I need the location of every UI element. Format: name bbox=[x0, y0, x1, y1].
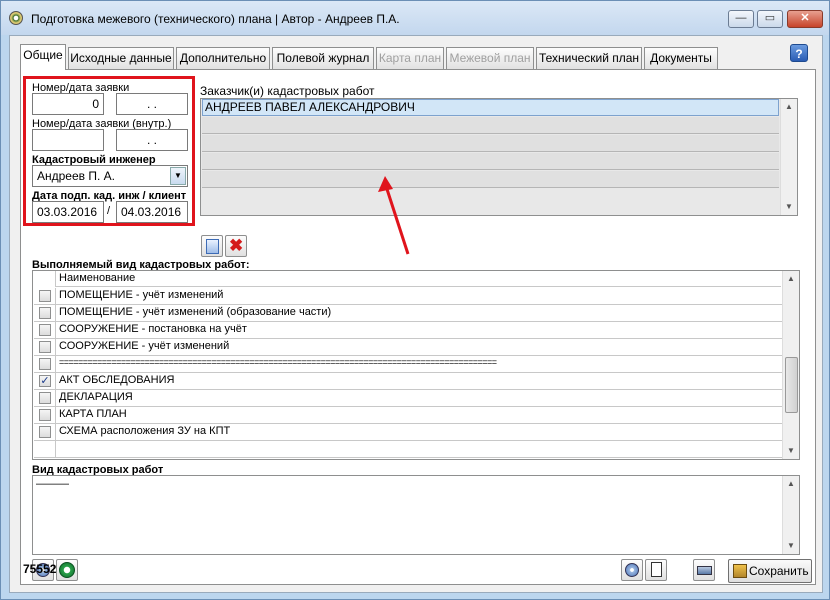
work-checkbox[interactable] bbox=[39, 358, 51, 370]
tab-boundary-plan: Межевой план bbox=[446, 47, 534, 69]
tab-page-general: Номер/дата заявки 0 . . Номер/дата заявк… bbox=[20, 69, 816, 585]
work-type-textarea[interactable]: ——— ▲ ▼ bbox=[32, 475, 800, 555]
engineer-sign-date-input[interactable]: 03.03.2016 bbox=[32, 201, 104, 223]
work-name: КАРТА ПЛАН bbox=[59, 408, 127, 420]
window-title: Подготовка межевого (технического) плана… bbox=[31, 12, 400, 26]
help-button[interactable]: ? bbox=[790, 44, 808, 62]
scroll-up-icon[interactable]: ▲ bbox=[783, 476, 799, 492]
scrollbar-thumb[interactable] bbox=[785, 357, 798, 413]
empty-cell bbox=[34, 441, 56, 457]
works-scrollbar[interactable]: ▲ ▼ bbox=[782, 271, 799, 459]
work-name: ДЕКЛАРАЦИЯ bbox=[59, 391, 133, 403]
work-name: ПОМЕЩЕНИЕ - учёт изменений (образование … bbox=[59, 306, 332, 318]
red-x-icon: ✖ bbox=[229, 236, 244, 255]
tab-field-journal[interactable]: Полевой журнал bbox=[272, 47, 374, 69]
scroll-up-icon[interactable]: ▲ bbox=[781, 99, 797, 115]
document-list-icon bbox=[206, 239, 219, 254]
refresh-icon bbox=[59, 562, 75, 578]
close-button[interactable]: ✕ bbox=[787, 10, 823, 28]
work-checkbox[interactable] bbox=[39, 392, 51, 404]
column-header-name[interactable]: Наименование bbox=[55, 271, 781, 287]
customer-row[interactable] bbox=[202, 135, 779, 152]
app-logo-icon bbox=[9, 11, 23, 25]
scroll-down-icon[interactable]: ▼ bbox=[783, 538, 799, 554]
works-grid[interactable]: Наименование ПОМЕЩЕНИЕ - учёт изменений … bbox=[32, 270, 800, 460]
work-name: СООРУЖЕНИЕ - постановка на учёт bbox=[59, 323, 247, 335]
work-row[interactable] bbox=[34, 441, 782, 458]
work-checkbox[interactable] bbox=[39, 341, 51, 353]
work-checkbox-checked[interactable]: ✓ bbox=[39, 375, 51, 387]
customers-grid[interactable]: АНДРЕЕВ ПАВЕЛ АЛЕКСАНДРОВИЧ ▲ ▼ bbox=[200, 98, 798, 216]
engineer-select[interactable]: Андреев П. А. ▼ bbox=[32, 165, 188, 187]
date-separator: / bbox=[107, 205, 111, 217]
internal-date-input[interactable]: . . bbox=[116, 129, 188, 151]
customer-row[interactable] bbox=[202, 153, 779, 170]
work-name: АКТ ОБСЛЕДОВАНИЯ bbox=[59, 374, 175, 386]
edit-customer-button[interactable] bbox=[201, 235, 223, 257]
tab-technical-plan[interactable]: Технический план bbox=[536, 47, 642, 69]
printer-icon bbox=[697, 566, 712, 575]
save-icon bbox=[733, 564, 747, 578]
engineer-select-value: Андреев П. А. bbox=[37, 169, 115, 183]
save-button[interactable]: Сохранить bbox=[728, 559, 812, 583]
customers-label: Заказчик(и) кадастровых работ bbox=[200, 84, 375, 98]
work-name: СХЕМА расположения ЗУ на КПТ bbox=[59, 425, 231, 437]
minimize-button[interactable]: — bbox=[728, 10, 754, 28]
scroll-down-icon[interactable]: ▼ bbox=[783, 443, 799, 459]
internal-number-input[interactable] bbox=[32, 129, 104, 151]
work-checkbox[interactable] bbox=[39, 324, 51, 336]
work-checkbox[interactable] bbox=[39, 409, 51, 421]
tab-documents[interactable]: Документы bbox=[644, 47, 718, 69]
document-button[interactable] bbox=[645, 559, 667, 581]
customer-row[interactable] bbox=[202, 117, 779, 134]
customer-row[interactable]: АНДРЕЕВ ПАВЕЛ АЛЕКСАНДРОВИЧ bbox=[202, 99, 779, 116]
save-label: Сохранить bbox=[749, 564, 809, 578]
work-name: СООРУЖЕНИЕ - учёт изменений bbox=[59, 340, 230, 352]
maximize-button[interactable]: ▭ bbox=[757, 10, 783, 28]
work-row[interactable]: ДЕКЛАРАЦИЯ bbox=[34, 390, 782, 407]
work-row[interactable]: ПОМЕЩЕНИЕ - учёт изменений (образование … bbox=[34, 305, 782, 322]
record-id: 75552 bbox=[23, 562, 57, 576]
work-type-scrollbar[interactable]: ▲ ▼ bbox=[782, 476, 799, 554]
work-name: ПОМЕЩЕНИЕ - учёт изменений bbox=[59, 289, 224, 301]
scroll-down-icon[interactable]: ▼ bbox=[781, 199, 797, 215]
scroll-up-icon[interactable]: ▲ bbox=[783, 271, 799, 287]
request-date-input[interactable]: . . bbox=[116, 93, 188, 115]
title-bar[interactable]: Подготовка межевого (технического) плана… bbox=[1, 1, 829, 35]
document-icon bbox=[651, 562, 662, 577]
dialog-client-area: Общие Исходные данные Дополнительно Поле… bbox=[9, 35, 823, 593]
client-sign-date-input[interactable]: 04.03.2016 bbox=[116, 201, 188, 223]
work-checkbox[interactable] bbox=[39, 307, 51, 319]
delete-customer-button[interactable]: ✖ bbox=[225, 235, 247, 257]
work-row[interactable]: СООРУЖЕНИЕ - учёт изменений bbox=[34, 339, 782, 356]
work-row[interactable]: ПОМЕЩЕНИЕ - учёт изменений bbox=[34, 288, 782, 305]
tab-additional[interactable]: Дополнительно bbox=[176, 47, 270, 69]
refresh-button[interactable] bbox=[56, 559, 78, 581]
chevron-down-icon[interactable]: ▼ bbox=[170, 167, 186, 185]
work-row[interactable]: КАРТА ПЛАН bbox=[34, 407, 782, 424]
disc-icon bbox=[625, 563, 639, 577]
work-type-value: ——— bbox=[36, 478, 69, 490]
print-button[interactable] bbox=[693, 559, 715, 581]
app-window: Подготовка межевого (технического) плана… bbox=[0, 0, 830, 600]
work-row[interactable]: СООРУЖЕНИЕ - постановка на учёт bbox=[34, 322, 782, 339]
disc-footer-button[interactable] bbox=[621, 559, 643, 581]
work-checkbox[interactable] bbox=[39, 290, 51, 302]
work-row[interactable]: ✓ АКТ ОБСЛЕДОВАНИЯ bbox=[34, 373, 782, 390]
tab-general[interactable]: Общие bbox=[20, 44, 66, 70]
work-checkbox[interactable] bbox=[39, 426, 51, 438]
customer-row[interactable] bbox=[202, 171, 779, 188]
work-row[interactable]: СХЕМА расположения ЗУ на КПТ bbox=[34, 424, 782, 441]
work-name-separator: ========================================… bbox=[59, 357, 497, 367]
request-number-input[interactable]: 0 bbox=[32, 93, 104, 115]
customers-scrollbar[interactable]: ▲ ▼ bbox=[780, 99, 797, 215]
tab-source-data[interactable]: Исходные данные bbox=[68, 47, 174, 69]
work-row[interactable]: ========================================… bbox=[34, 356, 782, 373]
tab-map-plan: Карта план bbox=[376, 47, 444, 69]
